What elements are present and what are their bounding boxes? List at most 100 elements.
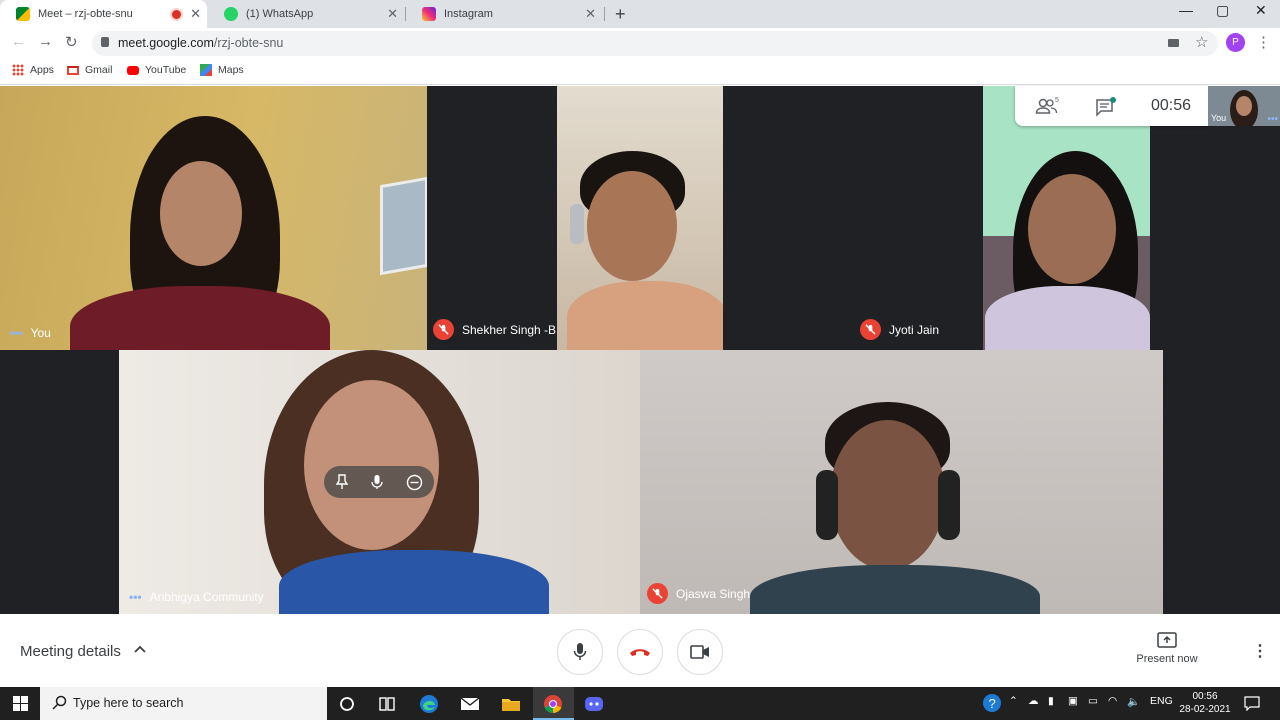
close-icon[interactable]: ✕	[585, 6, 596, 22]
tile-name-anbhigya: ••• Anbhigya Community	[129, 590, 264, 604]
windows-start-icon[interactable]	[13, 696, 28, 711]
participant-shirt	[567, 281, 723, 350]
bookmark-maps[interactable]: Maps	[200, 64, 244, 76]
participant-name: Anbhigya Community	[149, 590, 264, 604]
taskbar-search-box[interactable]: Type here to search	[40, 687, 327, 720]
help-icon[interactable]: ?	[982, 693, 1002, 713]
address-bar[interactable]: meet.google.com/rzj-obte-snu ☆	[92, 31, 1218, 56]
mail-icon[interactable]	[460, 694, 480, 714]
cortana-icon[interactable]	[337, 694, 357, 714]
video-tile-you[interactable]: ••• You	[0, 86, 427, 350]
chrome-taskbar-button[interactable]	[533, 687, 574, 720]
meet-control-bar: Meeting details Present now ⋮	[0, 614, 1280, 687]
meeting-details-button[interactable]: Meeting details	[20, 643, 121, 660]
remove-participant-icon[interactable]	[406, 474, 423, 491]
chat-button[interactable]	[1095, 97, 1117, 122]
chevron-up-tray-icon[interactable]: ⌃	[1009, 695, 1018, 707]
bookmark-youtube-label: YouTube	[145, 64, 187, 76]
forward-arrow-icon[interactable]: →	[38, 33, 53, 50]
reload-icon[interactable]: ↻	[65, 33, 78, 51]
back-arrow-icon[interactable]: ←	[11, 33, 26, 50]
people-button[interactable]: 5	[1035, 96, 1061, 121]
audio-activity-icon: •••	[1267, 114, 1278, 125]
close-icon[interactable]: ✕	[190, 6, 201, 22]
self-view-thumbnail[interactable]: You •••	[1208, 86, 1280, 126]
url-host: meet.google.com	[118, 36, 214, 50]
search-placeholder: Type here to search	[73, 696, 184, 710]
video-grid: ••• You Shekher Singh -B Jyoti Jain ••• …	[0, 86, 1280, 614]
microphone-tray-icon[interactable]: ▮	[1048, 695, 1054, 707]
present-screen-icon	[1157, 632, 1177, 648]
mic-icon	[573, 643, 587, 660]
whatsapp-icon	[224, 7, 238, 21]
wifi-icon[interactable]: ◠	[1108, 695, 1117, 707]
edge-browser-icon[interactable]	[419, 694, 439, 714]
tile-name-shekher: Shekher Singh -B	[433, 319, 556, 340]
participant-shirt	[985, 286, 1150, 350]
bookmark-apps-label: Apps	[30, 64, 54, 76]
file-explorer-icon[interactable]	[501, 694, 521, 714]
bookmark-apps[interactable]: Apps	[12, 64, 54, 76]
participant-face	[830, 420, 945, 570]
tab-meet[interactable]: Meet – rzj-obte-snu ✕	[0, 0, 207, 28]
meeting-timer: 00:56	[1151, 97, 1192, 114]
chevron-up-icon[interactable]	[134, 644, 146, 656]
minimize-button[interactable]: —	[1179, 2, 1193, 18]
meeting-info-panel: 5 00:56	[1015, 86, 1208, 126]
bookmark-gmail[interactable]: Gmail	[67, 64, 112, 76]
present-now-button[interactable]: Present now	[1130, 632, 1204, 665]
mic-icon[interactable]	[371, 474, 384, 490]
apps-grid-icon	[12, 64, 24, 76]
meet-tray-icon[interactable]: ▣	[1068, 695, 1078, 707]
task-view-icon[interactable]	[377, 694, 397, 714]
profile-avatar[interactable]: P	[1226, 33, 1245, 52]
onedrive-cloud-icon[interactable]: ☁	[1028, 695, 1039, 707]
clock-date: 28-02-2021	[1179, 704, 1231, 715]
instagram-icon	[422, 7, 436, 21]
new-tab-button[interactable]: +	[615, 4, 626, 25]
browser-menu-icon[interactable]: ⋮	[1256, 33, 1271, 51]
svg-text:?: ?	[989, 696, 996, 711]
battery-icon[interactable]: ▭	[1088, 695, 1098, 707]
tab-divider	[604, 7, 605, 21]
maximize-button[interactable]: ▢	[1216, 2, 1229, 19]
participant-name: Jyoti Jain	[889, 322, 940, 337]
tab-instagram[interactable]: Instagram ✕	[406, 0, 602, 28]
tab-strip: Meet – rzj-obte-snu ✕ (1) WhatsApp ✕ Ins…	[0, 0, 1280, 28]
tab-instagram-title: Instagram	[444, 8, 493, 20]
headphones-icon	[570, 204, 584, 244]
url-text: meet.google.com/rzj-obte-snu	[118, 36, 283, 50]
input-language[interactable]: ENG	[1150, 695, 1173, 707]
video-tile-ojaswa[interactable]: Ojaswa Singh	[640, 350, 1163, 614]
volume-icon[interactable]: 🔈	[1127, 695, 1140, 708]
recording-indicator-icon	[172, 9, 181, 19]
microphone-toggle-button[interactable]	[557, 629, 603, 675]
tab-whatsapp[interactable]: (1) WhatsApp ✕	[208, 0, 404, 28]
close-icon[interactable]: ✕	[387, 6, 398, 22]
notification-center-icon[interactable]	[1244, 695, 1260, 711]
leave-call-button[interactable]	[617, 629, 663, 675]
participant-name: Ojaswa Singh	[676, 586, 751, 601]
discord-icon[interactable]	[584, 694, 604, 714]
mic-off-icon	[433, 319, 454, 340]
tile-hover-controls	[324, 466, 434, 498]
more-options-icon[interactable]: ⋮	[1252, 641, 1268, 661]
participant-face	[1028, 174, 1116, 284]
headphones-icon	[938, 470, 960, 540]
url-path: /rzj-obte-snu	[213, 36, 284, 50]
camera-toggle-button[interactable]	[677, 629, 723, 675]
pin-icon[interactable]	[335, 474, 349, 490]
camera-in-use-icon[interactable]	[1168, 39, 1179, 47]
taskbar-clock[interactable]: 00:56 28-02-2021	[1176, 690, 1234, 716]
browser-toolbar: ← → ↻ meet.google.com/rzj-obte-snu ☆	[0, 28, 1280, 58]
bookmark-youtube[interactable]: YouTube	[127, 64, 186, 76]
window-close-button[interactable]: ✕	[1255, 2, 1267, 19]
bookmark-star-icon[interactable]: ☆	[1195, 33, 1208, 51]
video-tile-shekher[interactable]: Shekher Singh -B	[427, 86, 723, 350]
tab-whatsapp-title: (1) WhatsApp	[246, 8, 314, 20]
participant-name: Shekher Singh -B	[462, 322, 557, 337]
gmail-icon	[67, 65, 79, 75]
self-face	[1236, 96, 1252, 116]
clock-time: 00:56	[1192, 691, 1218, 702]
self-view-label: You	[1211, 113, 1227, 123]
